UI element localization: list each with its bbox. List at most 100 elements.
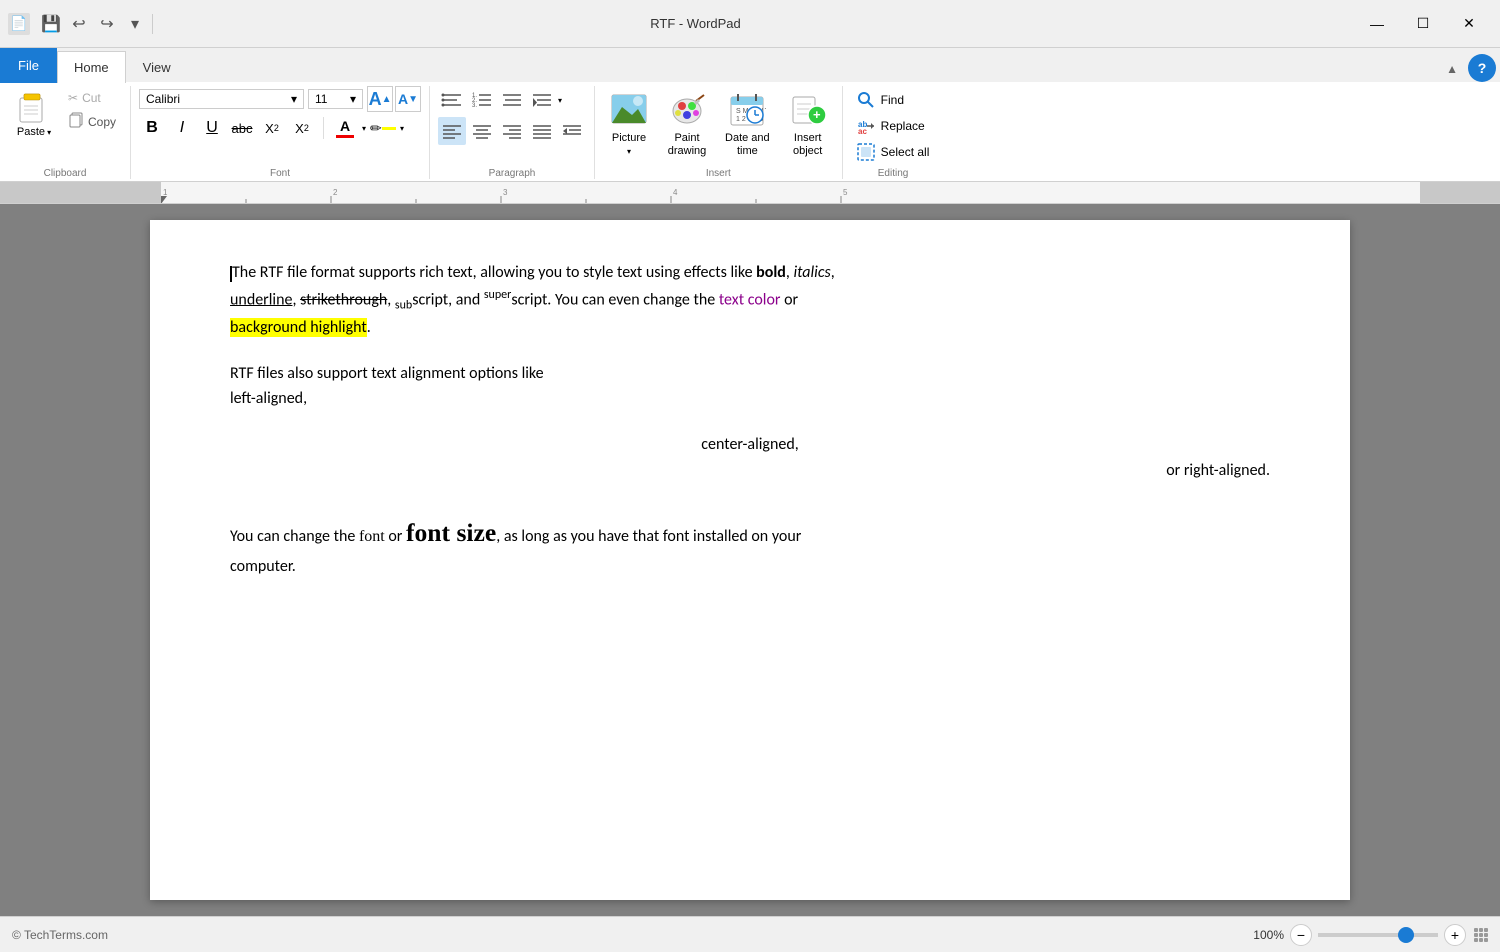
highlight-button[interactable]: ✏: [370, 115, 396, 141]
italic-button[interactable]: I: [169, 115, 195, 141]
select-all-icon: [857, 143, 875, 161]
ribbon-tabs: File Home View ▲ ?: [0, 48, 1500, 82]
replace-icon: ab ac: [857, 117, 875, 135]
underline-text: underline: [230, 290, 292, 309]
ruler: 1 2 3 4 5: [0, 182, 1500, 204]
comma2: ,: [831, 263, 835, 282]
comma4: ,: [387, 290, 395, 309]
list-dropdown-arrow[interactable]: ▾: [558, 96, 562, 105]
clipboard-label: Clipboard: [44, 166, 87, 179]
bold-button[interactable]: B: [139, 115, 165, 141]
datetime-label: Date andtime: [725, 132, 770, 158]
select-all-button[interactable]: Select all: [851, 140, 936, 164]
clipboard-content: Paste ▾ ✂ Cut Copy: [8, 86, 122, 166]
copy-button[interactable]: Copy: [62, 109, 122, 134]
align-center-button[interactable]: [468, 117, 496, 145]
font-dropdown-icon: ▾: [291, 92, 297, 106]
list-bullet-icon: [441, 91, 463, 109]
para3-last: computer.: [230, 557, 296, 576]
zoom-out-button[interactable]: −: [1290, 924, 1312, 946]
color-text: text color: [719, 290, 781, 309]
right-to-left-button[interactable]: [558, 117, 586, 145]
clipboard-group: Paste ▾ ✂ Cut Copy: [0, 86, 131, 179]
para2-line2: left-aligned,: [230, 389, 307, 408]
main-area: The RTF file format supports rich text, …: [0, 204, 1500, 916]
font2-text: font size: [406, 518, 496, 547]
paint-icon: [667, 90, 707, 130]
help-button[interactable]: ?: [1468, 54, 1496, 82]
datetime-button[interactable]: S M T W T 1 2 3 4 5 Date andtime: [719, 86, 776, 162]
paragraph-label: Paragraph: [489, 166, 536, 179]
picture-dropdown-arrow[interactable]: ▾: [627, 147, 631, 156]
maximize-button[interactable]: ☐: [1400, 0, 1446, 48]
subscript-button[interactable]: X2: [259, 115, 285, 141]
tab-view[interactable]: View: [126, 51, 188, 83]
highlight-arrow[interactable]: ▾: [400, 124, 404, 133]
paste-label: Paste: [17, 126, 45, 138]
zoom-controls: 100% − +: [1244, 924, 1466, 946]
para1-text-1: The RTF file format supports rich text, …: [232, 263, 756, 282]
insert-object-button[interactable]: + Insertobject: [782, 86, 834, 162]
strikethrough-button[interactable]: abc: [229, 115, 255, 141]
underline-button[interactable]: U: [199, 115, 225, 141]
editing-content: Find ab ac Replace Select all: [851, 86, 936, 166]
paint-drawing-button[interactable]: Paintdrawing: [661, 86, 713, 162]
font-grow-button[interactable]: A▲: [367, 86, 393, 112]
zoom-in-button[interactable]: +: [1444, 924, 1466, 946]
insert-object-svg: +: [789, 91, 827, 129]
ribbon: Paste ▾ ✂ Cut Copy: [0, 82, 1500, 182]
copy-icon: [68, 112, 84, 131]
zoom-level: 100%: [1244, 928, 1284, 942]
collapse-ribbon-button[interactable]: ▲: [1436, 56, 1468, 82]
copy-label: Copy: [88, 115, 116, 129]
rtl-icon: [561, 122, 583, 140]
document[interactable]: The RTF file format supports rich text, …: [150, 220, 1350, 900]
picture-button[interactable]: Picture ▾: [603, 86, 655, 160]
indent-button[interactable]: [528, 86, 556, 114]
copy-svg: [68, 112, 84, 128]
align-left-button[interactable]: [438, 117, 466, 145]
numbered-list-button[interactable]: 1. 2. 3.: [468, 86, 496, 114]
font-size-select[interactable]: 11 ▾: [308, 89, 363, 109]
cut-button[interactable]: ✂ Cut: [62, 88, 122, 108]
tab-file[interactable]: File: [0, 48, 57, 83]
list-style-button[interactable]: [498, 86, 526, 114]
svg-text:3.: 3.: [472, 103, 477, 109]
replace-button[interactable]: ab ac Replace: [851, 114, 931, 138]
ruler-marks-svg: 1 2 3 4 5: [161, 182, 1420, 204]
editing-group: Find ab ac Replace Select all Editing: [843, 86, 944, 179]
align-right-button[interactable]: [498, 117, 526, 145]
paste-button[interactable]: Paste ▾: [8, 86, 60, 166]
paragraph-1: The RTF file format supports rich text, …: [230, 260, 1270, 341]
resize-handle[interactable]: [1474, 928, 1488, 942]
svg-text:2: 2: [333, 188, 338, 197]
close-button[interactable]: ✕: [1446, 0, 1492, 48]
svg-text:+: +: [813, 107, 821, 122]
period1: .: [367, 318, 371, 337]
minimize-button[interactable]: —: [1354, 0, 1400, 48]
tab-home[interactable]: Home: [57, 51, 126, 83]
cut-label: Cut: [82, 91, 101, 105]
font-shrink-button[interactable]: A▼: [395, 86, 421, 112]
para3-before: You can change the: [230, 527, 359, 546]
ruler-content-area: 1 2 3 4 5: [161, 182, 1420, 203]
find-icon: [857, 91, 875, 109]
svg-text:5: 5: [843, 188, 848, 197]
justify-button[interactable]: [528, 117, 556, 145]
paragraph-2-right: or right-aligned.: [230, 458, 1270, 484]
window-controls: — ☐ ✕: [1354, 0, 1492, 48]
zoom-slider[interactable]: [1318, 933, 1438, 937]
font-color-arrow[interactable]: ▾: [362, 124, 366, 133]
align-left-button[interactable]: [438, 86, 466, 114]
font-content: Calibri ▾ 11 ▾ A▲ A▼ B I: [139, 86, 421, 166]
find-button[interactable]: Find: [851, 88, 910, 112]
font-family-select[interactable]: Calibri ▾: [139, 89, 304, 109]
superscript-button[interactable]: X2: [289, 115, 315, 141]
insert-group: Picture ▾: [595, 86, 843, 179]
cut-icon: ✂: [68, 91, 78, 105]
bold-text: bold: [756, 263, 786, 282]
zoom-slider-thumb[interactable]: [1398, 927, 1414, 943]
font-row2: B I U abc X2 X2 A ▾ ✏ ▾: [139, 115, 404, 141]
paste-dropdown-icon: ▾: [47, 128, 51, 137]
font-color-button[interactable]: A: [332, 115, 358, 141]
